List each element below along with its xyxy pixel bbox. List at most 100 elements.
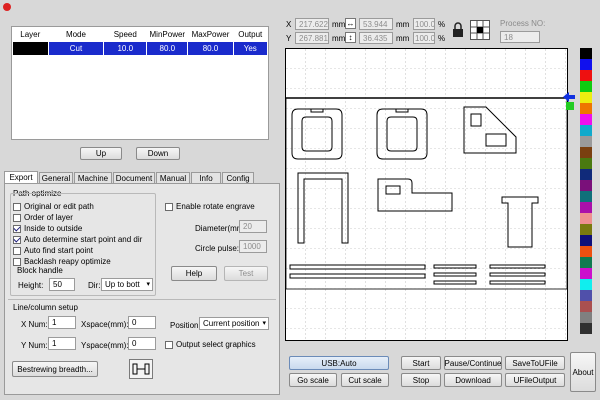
download-button[interactable]: Download (444, 373, 502, 387)
y-unit: mm (332, 34, 346, 43)
dir-select[interactable]: Up to bott ▾ (101, 278, 153, 291)
yspace-field[interactable]: 0 (128, 337, 156, 350)
path-option-label: Auto determine start point and dir (24, 235, 143, 244)
x-field[interactable]: 217.622 (295, 18, 329, 30)
bestrewing-icon[interactable] (129, 359, 153, 379)
up-button[interactable]: Up (80, 147, 122, 160)
tab-machine[interactable]: Machine (74, 172, 112, 183)
palette-color-swatch[interactable] (580, 136, 592, 147)
y-field[interactable]: 267.881 (295, 32, 329, 44)
circle-pulse-field[interactable]: 1000 (239, 240, 267, 253)
circle-pulse-label: Circle pulse: (195, 244, 240, 253)
palette-color-swatch[interactable] (580, 312, 592, 323)
xnum-field[interactable]: 1 (48, 316, 76, 329)
path-option-checkbox[interactable]: Original or edit path (13, 202, 94, 211)
palette-color-swatch[interactable] (580, 301, 592, 312)
process-no-label: Process NO: (500, 19, 546, 28)
about-button[interactable]: About (570, 352, 596, 392)
enable-rotate-box (165, 202, 173, 211)
anchor-grid-icon[interactable] (470, 20, 490, 40)
output-select-box (165, 340, 173, 349)
drawing-canvas[interactable] (285, 48, 568, 341)
ufile-output-button[interactable]: UFileOutput (505, 373, 565, 387)
block-handle-label: Block handle (17, 266, 63, 275)
palette-color-swatch[interactable] (580, 323, 592, 334)
layer-cell-min-power: 80.0 (146, 41, 189, 56)
ynum-field[interactable]: 1 (48, 337, 76, 350)
start-button[interactable]: Start (401, 356, 441, 370)
bestrewing-button[interactable]: Bestrewing breadth... (12, 361, 98, 377)
line-column-title: Line/column setup (13, 303, 78, 312)
palette-color-swatch[interactable] (580, 158, 592, 169)
tab-document[interactable]: Document (113, 172, 155, 183)
palette-color-swatch[interactable] (580, 147, 592, 158)
output-select-checkbox[interactable]: Output select graphics (165, 340, 256, 349)
usb-auto-button[interactable]: USB:Auto (289, 356, 389, 370)
tab-config[interactable]: Config (222, 172, 254, 183)
path-option-label: Order of layer (24, 213, 73, 222)
position-select-value: Current position (203, 319, 260, 328)
height-field[interactable]: 50 (49, 278, 75, 291)
layer-column-header: Mode (65, 29, 86, 39)
checkbox-box (13, 213, 21, 222)
palette-color-swatch[interactable] (580, 70, 592, 81)
width-field[interactable]: 53.944 (359, 18, 393, 30)
palette-color-swatch[interactable] (580, 114, 592, 125)
path-option-checkbox[interactable]: Auto determine start point and dir (13, 235, 142, 244)
path-option-checkbox[interactable]: Auto find start point (13, 246, 93, 255)
palette-color-swatch[interactable] (580, 103, 592, 114)
palette-color-swatch[interactable] (580, 202, 592, 213)
pause-continue-button[interactable]: Pause/Continue (444, 356, 502, 370)
path-option-checkbox[interactable]: Inside to outside (13, 224, 82, 233)
lock-icon[interactable] (451, 21, 465, 39)
process-no-field[interactable]: 18 (500, 31, 540, 43)
palette-color-swatch[interactable] (580, 92, 592, 103)
palette-color-swatch[interactable] (580, 48, 592, 59)
palette-color-swatch[interactable] (580, 169, 592, 180)
x-label: X (286, 20, 292, 29)
palette-color-swatch[interactable] (580, 257, 592, 268)
height-arrow-icon: ↕ (345, 32, 356, 43)
save-to-ufile-button[interactable]: SaveToUFile (505, 356, 565, 370)
go-scale-button[interactable]: Go scale (289, 373, 337, 387)
stop-button[interactable]: Stop (401, 373, 441, 387)
palette-color-swatch[interactable] (580, 279, 592, 290)
tab-manual[interactable]: Manual (156, 172, 190, 183)
test-button[interactable]: Test (224, 266, 268, 281)
palette-color-swatch[interactable] (580, 290, 592, 301)
xspace-field[interactable]: 0 (128, 316, 156, 329)
palette-color-swatch[interactable] (580, 125, 592, 136)
x-unit: mm (332, 20, 346, 29)
palette-color-swatch[interactable] (580, 191, 592, 202)
diameter-field[interactable]: 20 (239, 220, 267, 233)
height-dim-field[interactable]: 36.435 (359, 32, 393, 44)
position-select[interactable]: Current position ▾ (199, 317, 269, 330)
palette-color-swatch[interactable] (580, 224, 592, 235)
path-option-checkbox[interactable]: Backlash reapy optimize (13, 257, 111, 266)
path-option-checkbox[interactable]: Order of layer (13, 213, 73, 222)
layer-color-swatch[interactable] (12, 41, 49, 56)
help-button[interactable]: Help (171, 266, 217, 281)
scale-x-field[interactable]: 100.0 (413, 18, 435, 30)
palette-color-swatch[interactable] (580, 59, 592, 70)
palette-color-swatch[interactable] (580, 235, 592, 246)
palette-color-swatch[interactable] (580, 180, 592, 191)
layer-row[interactable]: Cut 10.0 80.0 80.0 Yes (12, 41, 268, 56)
palette-color-swatch[interactable] (580, 213, 592, 224)
output-select-label: Output select graphics (176, 340, 256, 349)
origin-arrow-icon (563, 92, 575, 102)
height-label: Height: (18, 281, 44, 290)
down-button[interactable]: Down (136, 147, 180, 160)
path-option-label: Auto find start point (24, 246, 93, 255)
enable-rotate-checkbox[interactable]: Enable rotate engrave (165, 202, 255, 211)
tab-info[interactable]: Info (191, 172, 221, 183)
tab-general[interactable]: General (39, 172, 73, 183)
palette-color-swatch[interactable] (580, 246, 592, 257)
app-icon (3, 3, 11, 11)
cut-scale-button[interactable]: Cut scale (341, 373, 389, 387)
palette-color-swatch[interactable] (580, 268, 592, 279)
tab-export[interactable]: Export (4, 171, 38, 183)
palette-color-swatch[interactable] (580, 81, 592, 92)
scale-y-field[interactable]: 100.0 (413, 32, 435, 44)
export-panel: Path optimize Original or edit path Order… (4, 183, 280, 395)
